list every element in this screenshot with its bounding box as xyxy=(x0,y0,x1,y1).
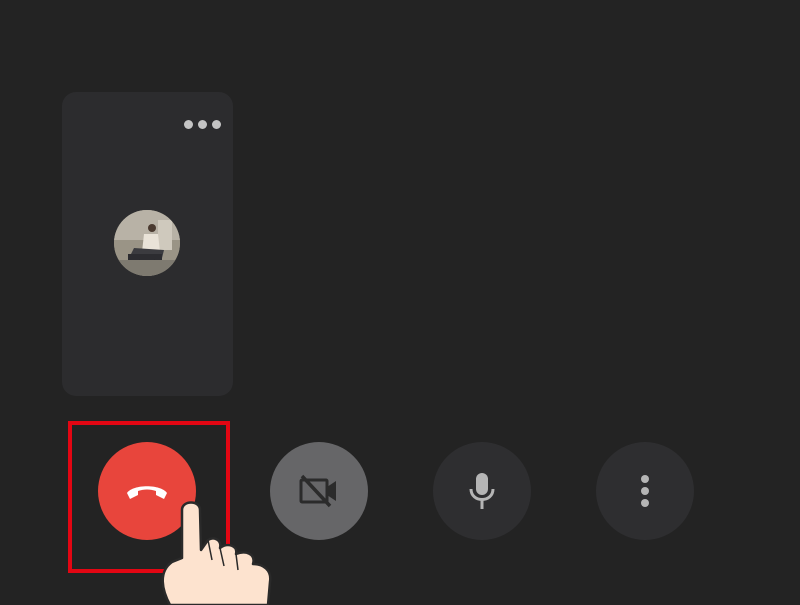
video-call-screen xyxy=(0,0,800,605)
participant-tile[interactable] xyxy=(62,92,233,396)
menu-dot xyxy=(212,119,221,129)
phone-hangup-icon xyxy=(127,486,167,499)
end-call-button[interactable] xyxy=(98,442,196,540)
avatar-photo xyxy=(114,210,180,276)
more-options-button[interactable] xyxy=(596,442,694,540)
camera-toggle-button[interactable] xyxy=(270,442,368,540)
microphone-button[interactable] xyxy=(433,442,531,540)
more-horizontal-icon[interactable] xyxy=(184,118,221,130)
more-vertical-icon xyxy=(641,475,649,507)
participant-avatar xyxy=(114,210,180,276)
menu-dot xyxy=(184,119,193,129)
mic-icon xyxy=(469,473,495,509)
video-off-icon xyxy=(299,474,336,508)
menu-dot xyxy=(198,119,207,129)
